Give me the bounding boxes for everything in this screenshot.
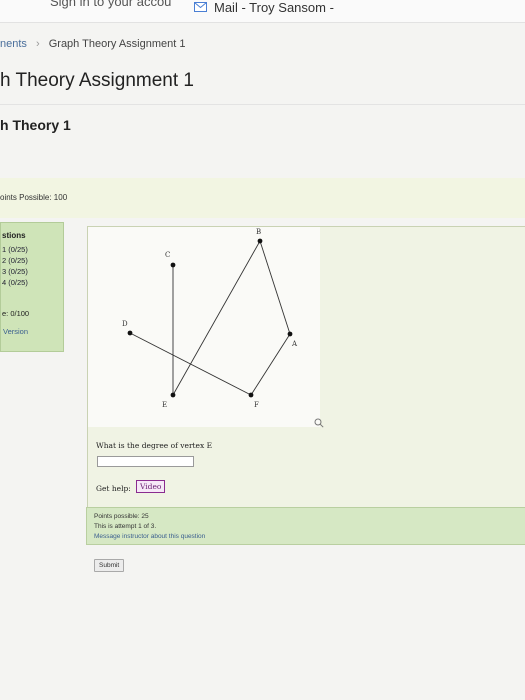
video-help-button[interactable]: Video [136,480,166,493]
vertex-d-dot [127,330,133,336]
vertex-label-b: B [256,228,261,236]
chevron-right-icon: › [35,38,40,50]
breadcrumb-parent-link[interactable]: nents [0,38,27,50]
page-title: h Theory Assignment 1 [0,70,194,91]
answer-input[interactable] [97,456,194,467]
browser-tab-strip: Sign in to your accou Mail - Troy Sansom… [0,0,525,23]
vertex-label-c: C [165,251,170,259]
edge-b-a [259,240,291,335]
browser-tab-sign-in[interactable]: Sign in to your accou [50,0,171,9]
graph-panel: C B D A E F [88,227,320,427]
vertex-label-a: A [291,340,298,348]
question-link-2[interactable]: 2 (0/25) [2,256,28,265]
question-link-1[interactable]: 1 (0/25) [2,245,28,254]
mail-icon [194,2,207,12]
question-prompt: What is the degree of vertex E [96,441,213,450]
version-link[interactable]: Version [3,327,28,336]
vertex-f-dot [248,392,254,398]
assignment-subtitle: h Theory 1 [0,117,71,133]
vertex-label-e: E [162,401,167,409]
breadcrumb: nents › Graph Theory Assignment 1 [0,38,185,50]
submit-button[interactable]: Submit [94,559,125,572]
magnify-icon[interactable] [314,418,324,428]
questions-sidebar: stions 1 (0/25) 2 (0/25) 3 (0/25) 4 (0/2… [0,222,64,352]
attempt-text: This is attempt 1 of 3. [94,523,157,530]
edge-a-f [250,333,291,396]
edge-b-e [172,240,261,396]
vertex-a-dot [287,331,293,337]
edge-d-f [129,332,252,396]
message-instructor-link[interactable]: Message instructor about this question [94,533,205,540]
graph-diagram: C B D A E F [122,228,298,409]
vertex-label-d: D [122,320,128,328]
browser-tab-mail[interactable]: Mail - Troy Sansom - [214,0,334,15]
vertex-label-f: F [254,401,259,409]
vertex-e-dot [170,392,176,398]
points-possible-text: Points possible: 25 [94,513,149,520]
vertex-b-dot [257,238,263,244]
question-link-3[interactable]: 3 (0/25) [2,267,28,276]
vertex-c-dot [170,262,176,268]
total-score: e: 0/100 [2,309,30,318]
questions-heading: stions [2,231,26,240]
breadcrumb-current: Graph Theory Assignment 1 [48,38,186,50]
points-possible-total: oints Possible: 100 [0,193,68,202]
points-band [0,178,525,218]
question-status-box: Points possible: 25 This is attempt 1 of… [86,507,525,545]
get-help-label: Get help: [96,484,131,493]
title-divider [0,104,525,105]
question-link-4[interactable]: 4 (0/25) [2,278,28,287]
